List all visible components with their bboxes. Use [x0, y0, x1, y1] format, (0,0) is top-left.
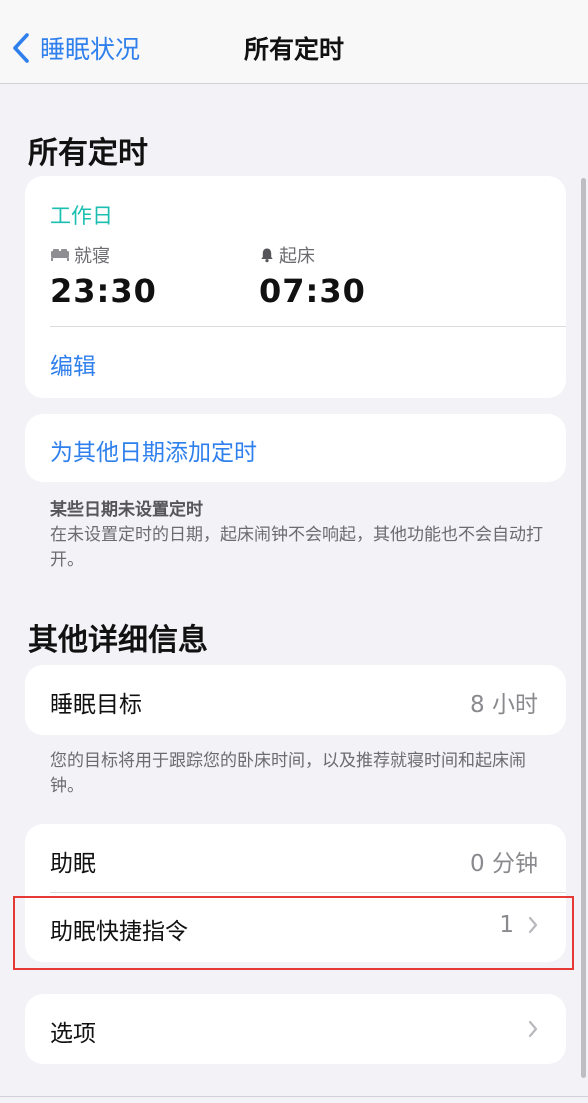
sleep-goal-row[interactable]: 睡眠目标 8 小时: [25, 665, 566, 735]
sleep-goal-value: 8 小时: [470, 692, 538, 718]
section-header-all-schedules: 所有定时: [28, 136, 148, 171]
bell-icon: [261, 248, 273, 263]
add-schedule-button[interactable]: 为其他日期添加定时: [50, 433, 257, 467]
bedtime-block: 就寝 23:30: [50, 242, 157, 310]
chevron-right-icon: [528, 1020, 538, 1038]
bedtime-value: 23:30: [50, 272, 157, 310]
wake-block: 起床 07:30: [259, 242, 366, 310]
unset-note-body: 在未设置定时的日期，起床闹钟不会响起，其他功能也不会自动打开。: [50, 525, 543, 570]
options-label: 选项: [50, 1021, 96, 1047]
navigation-bar: 睡眠状况 所有定时: [0, 0, 588, 84]
page-title: 所有定时: [243, 35, 344, 64]
bedtime-label: 就寝: [74, 246, 110, 267]
bed-icon: [51, 249, 69, 261]
unset-note-title: 某些日期未设置定时: [50, 500, 203, 520]
wind-down-value: 0 分钟: [470, 851, 538, 877]
bottom-divider: [0, 1096, 588, 1097]
wind-down-label: 助眠: [50, 851, 96, 877]
divider: [50, 326, 566, 327]
schedule-card[interactable]: 工作日 就寝 23:30 起床 07:30 编辑: [25, 176, 566, 398]
sleep-goal-note: 您的目标将用于跟踪您的卧床时间，以及推荐就寝时间和起床闹钟。: [50, 751, 526, 796]
add-schedule-card[interactable]: 为其他日期添加定时: [25, 414, 566, 482]
schedule-days: 工作日: [50, 204, 113, 228]
wake-label: 起床: [279, 246, 315, 267]
section-header-other-details: 其他详细信息: [28, 623, 208, 658]
highlight-box: [13, 896, 574, 970]
unset-schedule-note: 某些日期未设置定时 在未设置定时的日期，起床闹钟不会响起，其他功能也不会自动打开…: [50, 498, 550, 573]
scrollbar[interactable]: [581, 178, 586, 1078]
options-chevron: [528, 1020, 538, 1038]
options-row[interactable]: 选项: [25, 994, 566, 1064]
edit-button[interactable]: 编辑: [50, 347, 96, 381]
wake-value: 07:30: [259, 272, 366, 310]
sleep-goal-label: 睡眠目标: [50, 692, 142, 718]
wind-down-row[interactable]: 助眠 0 分钟: [25, 824, 566, 892]
